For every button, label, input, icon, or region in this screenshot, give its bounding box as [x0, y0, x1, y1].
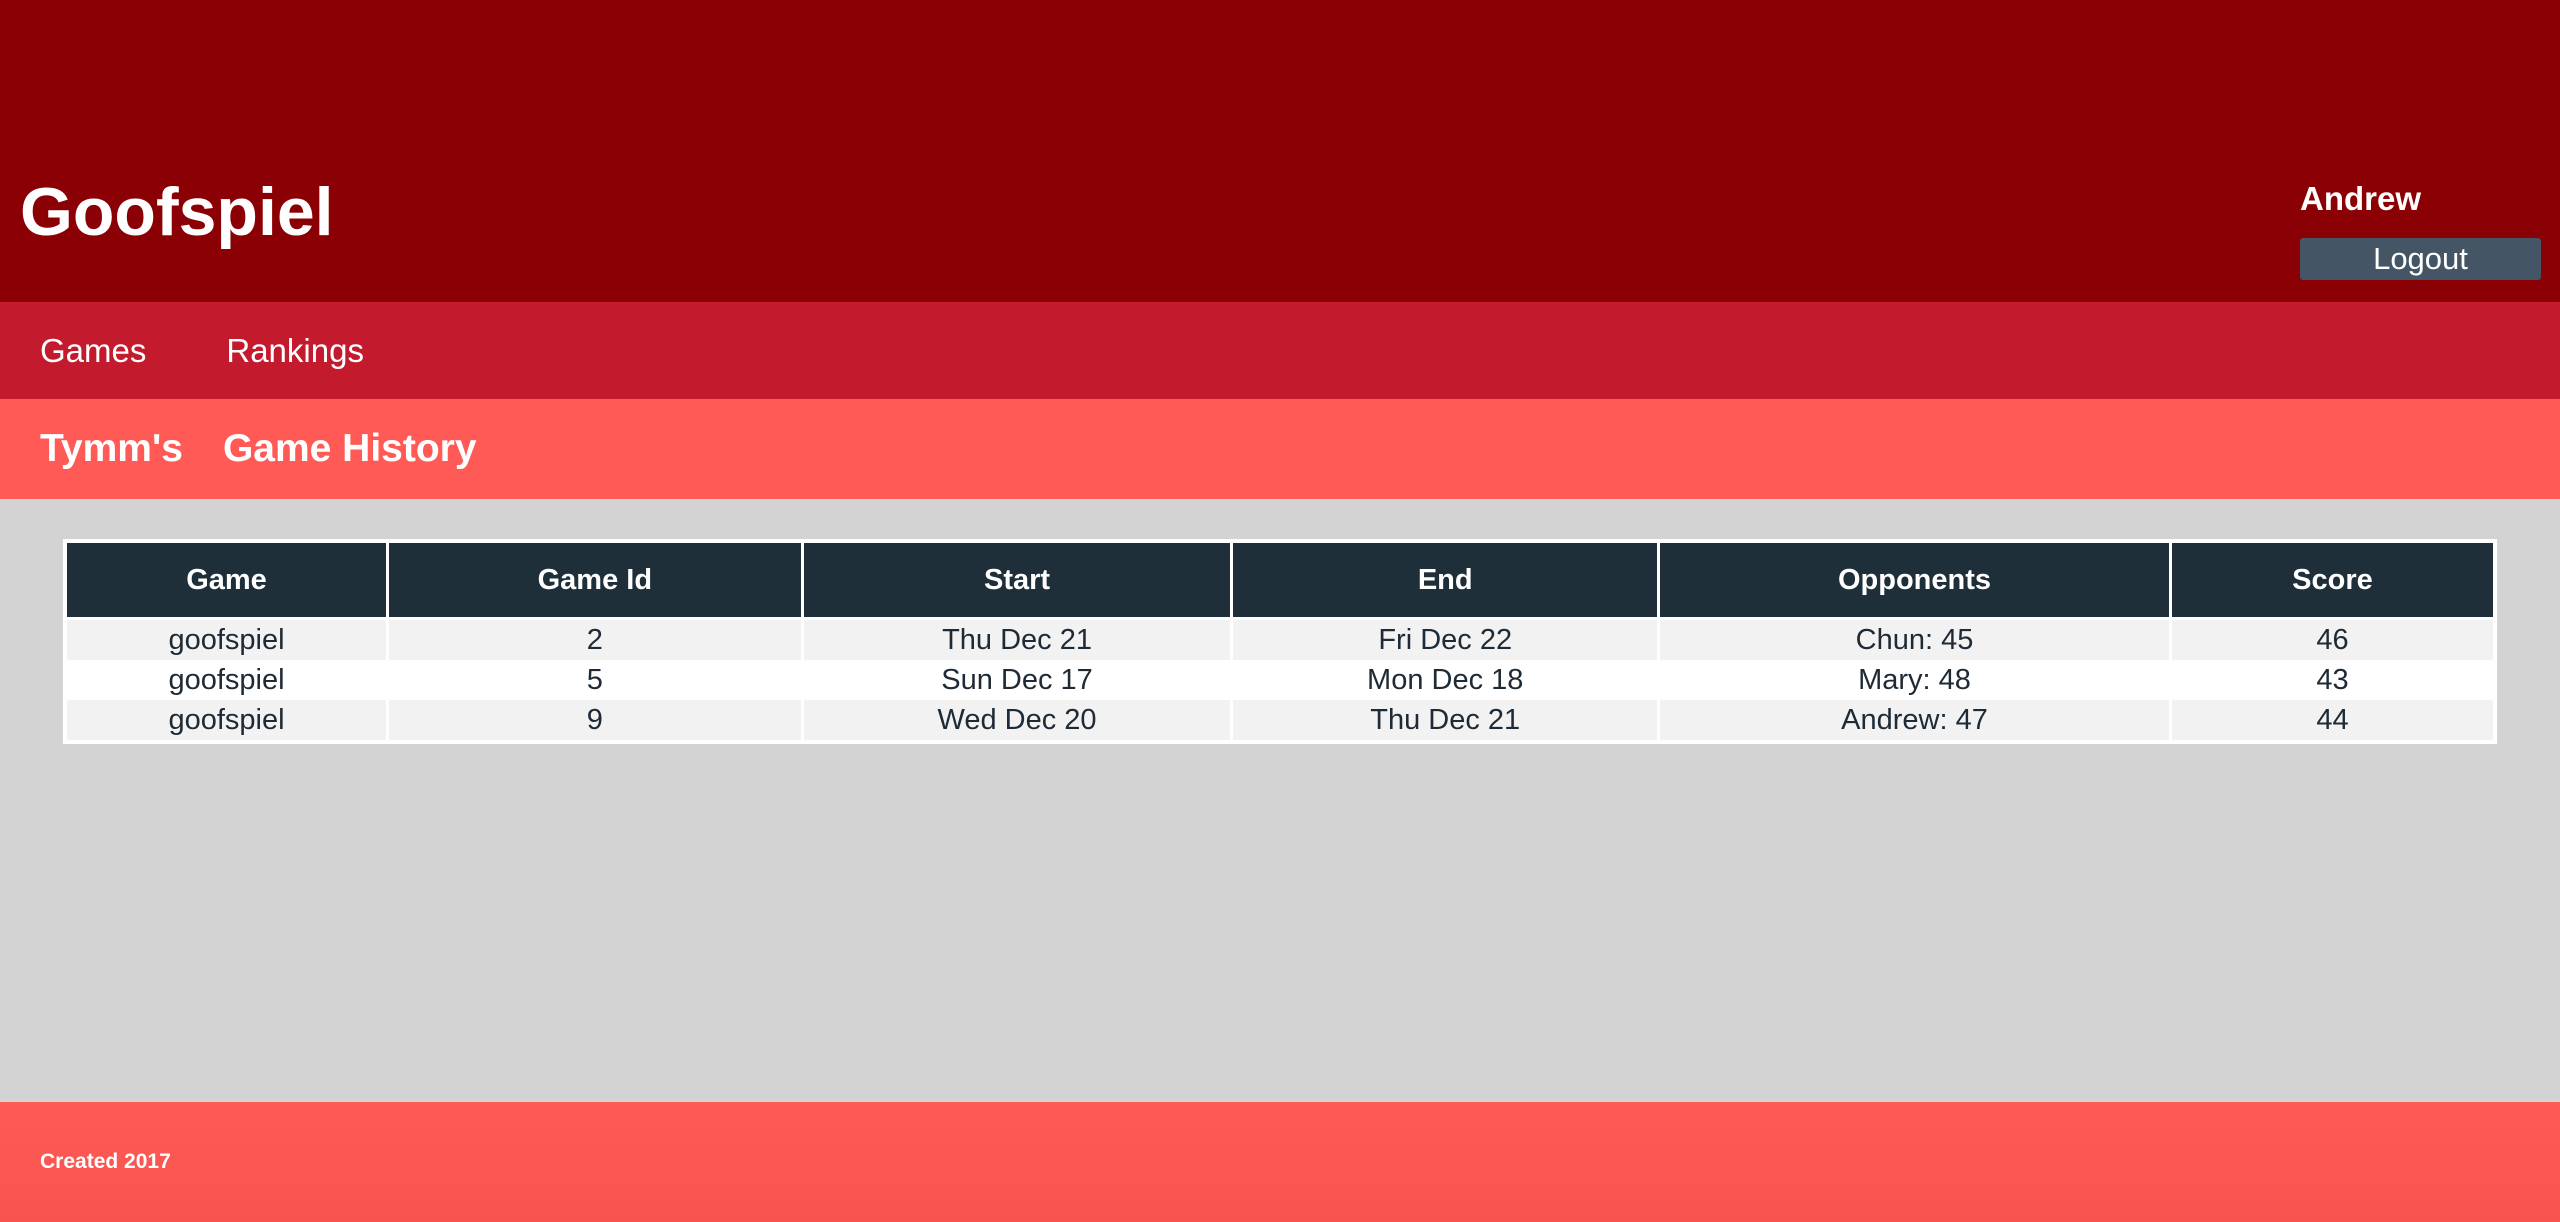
column-header-game: Game — [63, 539, 390, 620]
cell-game: goofspiel — [63, 660, 390, 700]
table-row: goofspiel 9 Wed Dec 20 Thu Dec 21 Andrew… — [63, 700, 2497, 742]
table-header-row: Game Game Id Start End Opponents Score — [63, 539, 2497, 620]
cell-end: Mon Dec 18 — [1230, 660, 1661, 700]
player-name: Tymm's — [40, 427, 183, 470]
cell-score: 46 — [2168, 618, 2497, 660]
cell-start: Wed Dec 20 — [800, 700, 1234, 742]
app-header: Goofspiel Andrew Logout — [0, 0, 2560, 302]
main-nav: Games Rankings — [0, 302, 2560, 399]
cell-game-id: 2 — [386, 618, 804, 660]
table-row: goofspiel 5 Sun Dec 17 Mon Dec 18 Mary: … — [63, 660, 2497, 700]
cell-opponents: Chun: 45 — [1657, 618, 2172, 660]
cell-score: 44 — [2168, 700, 2497, 742]
game-history-table-container: Game Game Id Start End Opponents Score g… — [63, 539, 2497, 744]
column-header-end: End — [1230, 539, 1661, 620]
table-row: goofspiel 2 Thu Dec 21 Fri Dec 22 Chun: … — [63, 618, 2497, 660]
column-header-opponents: Opponents — [1657, 539, 2172, 620]
cell-opponents: Mary: 48 — [1657, 660, 2172, 700]
page-subheader: Tymm's Game History — [0, 399, 2560, 499]
game-history-table: Game Game Id Start End Opponents Score g… — [63, 539, 2497, 744]
cell-opponents: Andrew: 47 — [1657, 700, 2172, 742]
username: Andrew — [2300, 179, 2422, 217]
cell-game: goofspiel — [63, 618, 390, 660]
cell-game-id: 9 — [386, 700, 804, 742]
cell-end: Thu Dec 21 — [1230, 700, 1661, 742]
user-panel: Andrew Logout — [2300, 178, 2541, 280]
cell-start: Thu Dec 21 — [800, 618, 1234, 660]
cell-score: 43 — [2168, 660, 2497, 700]
column-header-start: Start — [800, 539, 1234, 620]
page-title: Game History — [222, 427, 477, 470]
cell-game: goofspiel — [63, 700, 390, 742]
cell-end: Fri Dec 22 — [1230, 618, 1661, 660]
nav-item-games[interactable]: Games — [40, 332, 146, 370]
logout-button[interactable]: Logout — [2300, 238, 2541, 280]
footer-text: Created 2017 — [40, 1150, 171, 1173]
column-header-score: Score — [2168, 539, 2497, 620]
column-header-game-id: Game Id — [386, 539, 804, 620]
cell-start: Sun Dec 17 — [800, 660, 1234, 700]
app-title: Goofspiel — [20, 174, 334, 250]
cell-game-id: 5 — [386, 660, 804, 700]
page-footer: Created 2017 — [0, 1102, 2560, 1222]
nav-item-rankings[interactable]: Rankings — [226, 332, 364, 370]
